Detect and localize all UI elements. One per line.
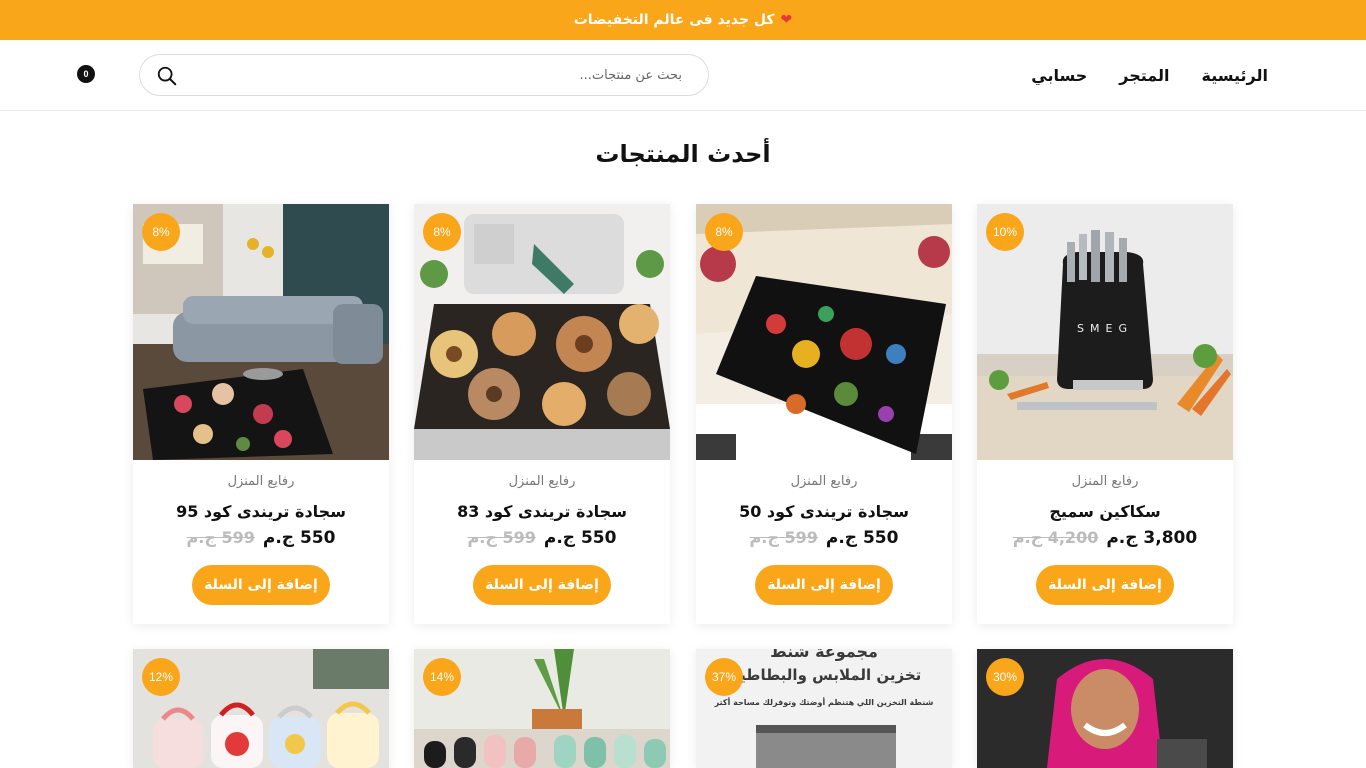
site-header: الرئيسية المتجر حسابي 0	[0, 40, 1366, 111]
product-name[interactable]: سجادة تريندى كود 83	[414, 502, 670, 521]
announcement-text: كل جديد فى عالم التخفيضات	[573, 12, 775, 28]
product-card[interactable]: SMEG 10% رفايع المنزل سكاكين سميج 3,800 …	[977, 204, 1233, 624]
add-to-cart-button[interactable]: إضافة إلى السلة	[755, 565, 893, 605]
discount-badge: 37%	[705, 658, 743, 696]
product-price: 3,800 ج.م 4,200 ج.م	[977, 528, 1233, 548]
product-category[interactable]: رفايع المنزل	[133, 474, 389, 489]
current-price: 550 ج.م	[262, 528, 336, 548]
product-card[interactable]: 30%	[977, 649, 1233, 768]
discount-badge: 30%	[986, 658, 1024, 696]
current-price: 550 ج.م	[543, 528, 617, 548]
cart-button[interactable]: 0	[77, 65, 97, 85]
discount-badge: 8%	[705, 213, 743, 251]
nav-link-shop[interactable]: المتجر	[1119, 66, 1169, 85]
add-to-cart-button[interactable]: إضافة إلى السلة	[192, 565, 330, 605]
discount-badge: 10%	[986, 213, 1024, 251]
search-input[interactable]	[212, 60, 682, 90]
product-card[interactable]: 8% رفايع المنزل سجادة تريندى كود 83 550 …	[414, 204, 670, 624]
product-category[interactable]: رفايع المنزل	[696, 474, 952, 489]
product-card[interactable]: 8% رفايع المنزل سجادة تريندى كود 50 550 …	[696, 204, 952, 624]
cart-count-badge: 0	[77, 65, 95, 83]
product-card[interactable]: مجموعة شنط تخزين الملابس والبطاطين شنطة …	[696, 649, 952, 768]
section-title: أحدث المنتجات	[595, 140, 771, 168]
product-name[interactable]: سجادة تريندى كود 50	[696, 502, 952, 521]
add-to-cart-button[interactable]: إضافة إلى السلة	[1036, 565, 1174, 605]
product-price: 550 ج.م 599 ج.م	[414, 528, 670, 548]
discount-badge: 14%	[423, 658, 461, 696]
discount-badge: 12%	[142, 658, 180, 696]
search-box	[139, 54, 709, 96]
image-text-caption: شنطة التخزين اللي هتنظم أوضتك وتوفرلك مس…	[714, 697, 934, 707]
old-price: 4,200 ج.م	[1012, 528, 1099, 547]
current-price: 3,800 ج.م	[1106, 528, 1198, 548]
product-price: 550 ج.م 599 ج.م	[133, 528, 389, 548]
product-name[interactable]: سجادة تريندى كود 95	[133, 502, 389, 521]
main-nav: الرئيسية المتجر حسابي	[1031, 40, 1268, 110]
product-card[interactable]: 14%	[414, 649, 670, 768]
product-card[interactable]: 12%	[133, 649, 389, 768]
product-card[interactable]: 8% رفايع المنزل سجادة تريندى كود 95 550 …	[133, 204, 389, 624]
old-price: 599 ج.م	[749, 528, 818, 547]
nav-link-account[interactable]: حسابي	[1031, 66, 1087, 85]
image-text-title: مجموعة شنط	[770, 649, 878, 661]
nav-link-home[interactable]: الرئيسية	[1202, 66, 1269, 85]
old-price: 599 ج.م	[186, 528, 255, 547]
product-name[interactable]: سكاكين سميج	[977, 502, 1233, 521]
svg-text:SMEG: SMEG	[1077, 322, 1133, 335]
product-category[interactable]: رفايع المنزل	[977, 474, 1233, 489]
old-price: 599 ج.م	[467, 528, 536, 547]
announcement-bar: ❤ كل جديد فى عالم التخفيضات	[0, 0, 1366, 40]
discount-badge: 8%	[142, 213, 180, 251]
discount-badge: 8%	[423, 213, 461, 251]
product-category[interactable]: رفايع المنزل	[414, 474, 670, 489]
image-text-subtitle: تخزين الملابس والبطاطين	[727, 666, 922, 684]
product-price: 550 ج.م 599 ج.م	[696, 528, 952, 548]
search-icon[interactable]	[156, 65, 178, 87]
heart-icon: ❤	[780, 12, 793, 28]
current-price: 550 ج.م	[825, 528, 899, 548]
add-to-cart-button[interactable]: إضافة إلى السلة	[473, 565, 611, 605]
